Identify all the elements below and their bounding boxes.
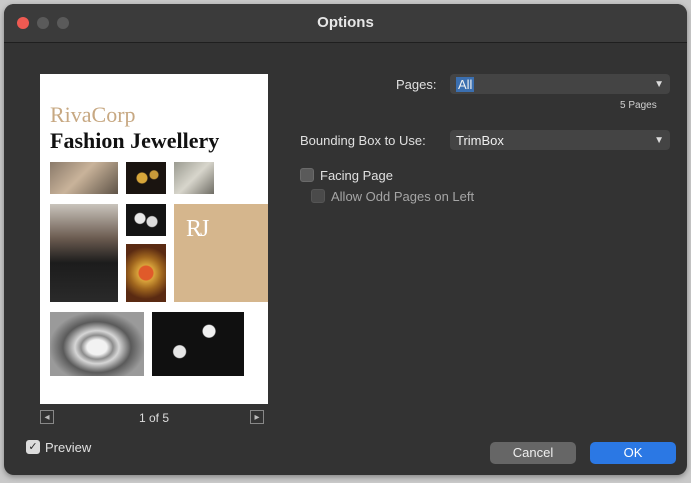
brand-name: RivaCorp — [50, 102, 136, 127]
pages-label: Pages: — [396, 77, 437, 92]
photo-jewellery-tray — [174, 162, 214, 194]
allow-odd-pages-checkbox[interactable] — [311, 189, 325, 203]
facing-page-label: Facing Page — [320, 168, 393, 183]
photo-silver-rings — [50, 312, 144, 376]
photo-hands-rings — [50, 162, 118, 194]
brand-subtitle: Fashion Jewellery — [50, 128, 220, 153]
photo-model — [50, 204, 118, 302]
ok-button[interactable]: OK — [590, 442, 676, 464]
photo-gold-rings — [126, 162, 166, 194]
dialog-title: Options — [317, 14, 374, 31]
options-dialog: Options RivaCorp Fashion Jewellery RJ ◂ … — [4, 4, 687, 475]
brand-logo-panel: RJ — [174, 204, 268, 302]
preview-checkbox[interactable]: ✓ — [26, 440, 40, 454]
page-preview: RivaCorp Fashion Jewellery RJ — [40, 74, 268, 404]
cancel-button[interactable]: Cancel — [490, 442, 576, 464]
page-indicator: 1 of 5 — [138, 411, 170, 425]
prev-page-button[interactable]: ◂ — [40, 410, 54, 424]
allow-odd-pages-label: Allow Odd Pages on Left — [331, 189, 475, 204]
photo-earrings — [126, 204, 166, 236]
chevron-down-icon: ▼ — [654, 79, 664, 90]
bbox-select-value: TrimBox — [456, 133, 504, 148]
chevron-down-icon: ▼ — [654, 135, 664, 146]
title-bar: Options — [4, 4, 687, 43]
next-page-button[interactable]: ▸ — [250, 410, 264, 424]
pages-select[interactable]: All ▼ — [450, 74, 670, 94]
photo-gold-pendant — [126, 244, 166, 302]
facing-page-checkbox[interactable] — [300, 168, 314, 182]
pages-count: 5 Pages — [620, 100, 657, 111]
preview-label: Preview — [45, 440, 92, 455]
pages-select-value: All — [456, 77, 475, 92]
bbox-label: Bounding Box to Use: — [300, 133, 426, 148]
photo-diamond-studs — [152, 312, 244, 376]
rj-logo: RJ — [186, 216, 209, 242]
bbox-select[interactable]: TrimBox ▼ — [450, 130, 670, 150]
